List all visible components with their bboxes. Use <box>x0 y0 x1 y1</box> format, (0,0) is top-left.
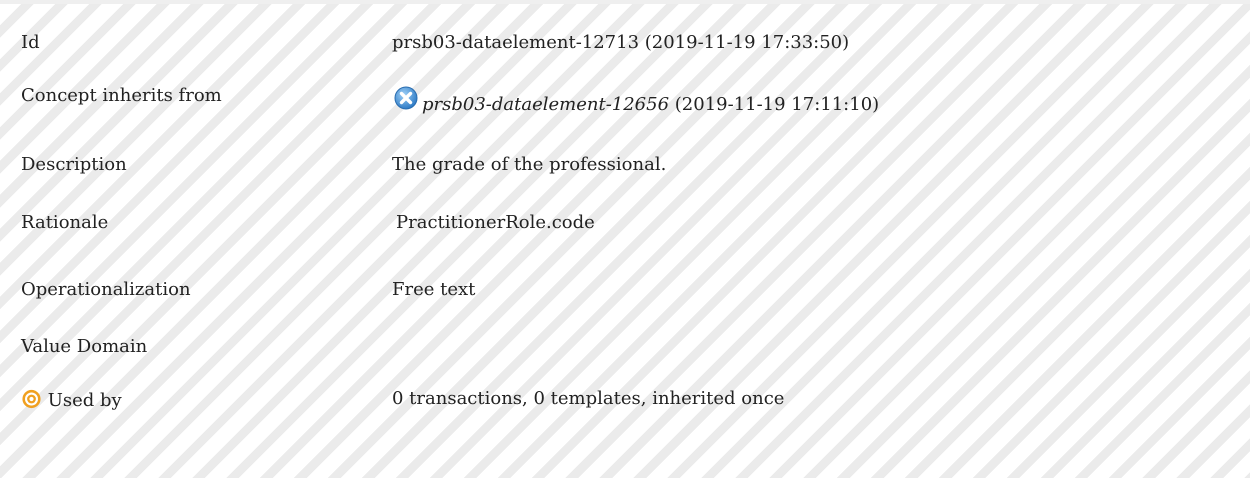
target-icon[interactable] <box>21 388 42 416</box>
operationalization-label: Operationalization <box>21 279 191 300</box>
description-value: The grade of the professional. <box>392 154 667 175</box>
field-row-value-domain: Value Domain <box>0 336 1250 366</box>
description-label: Description <box>21 154 127 175</box>
used-by-label: Used by <box>47 390 122 411</box>
id-label: Id <box>21 32 40 53</box>
field-row-description: Description The grade of the professiona… <box>0 154 1250 184</box>
operationalization-value: Free text <box>392 279 476 300</box>
field-row-inherits: Concept inherits from prsb03-dataelement… <box>0 85 1250 120</box>
remove-x-icon[interactable] <box>392 86 422 120</box>
concept-details-panel: Id prsb03-dataelement-12713 (2019-11-19 … <box>0 0 1250 478</box>
inherits-label: Concept inherits from <box>21 85 222 106</box>
inherits-link[interactable]: prsb03-dataelement-12656 <box>422 94 669 115</box>
id-value: prsb03-dataelement-12713 (2019-11-19 17:… <box>392 32 850 53</box>
rationale-label: Rationale <box>21 212 109 233</box>
inherits-date: (2019-11-19 17:11:10) <box>674 94 880 115</box>
value-domain-label: Value Domain <box>21 336 148 357</box>
field-row-rationale: Rationale PractitionerRole.code <box>0 212 1250 242</box>
inherits-value: prsb03-dataelement-12656 (2019-11-19 17:… <box>392 86 879 120</box>
rationale-value: PractitionerRole.code <box>396 212 595 233</box>
field-row-id: Id prsb03-dataelement-12713 (2019-11-19 … <box>0 32 1250 62</box>
field-row-used-by: Used by 0 transactions, 0 templates, inh… <box>0 388 1250 418</box>
field-row-operationalization: Operationalization Free text <box>0 279 1250 309</box>
used-by-value: 0 transactions, 0 templates, inherited o… <box>392 388 785 409</box>
used-by-label-group: Used by <box>21 388 122 416</box>
